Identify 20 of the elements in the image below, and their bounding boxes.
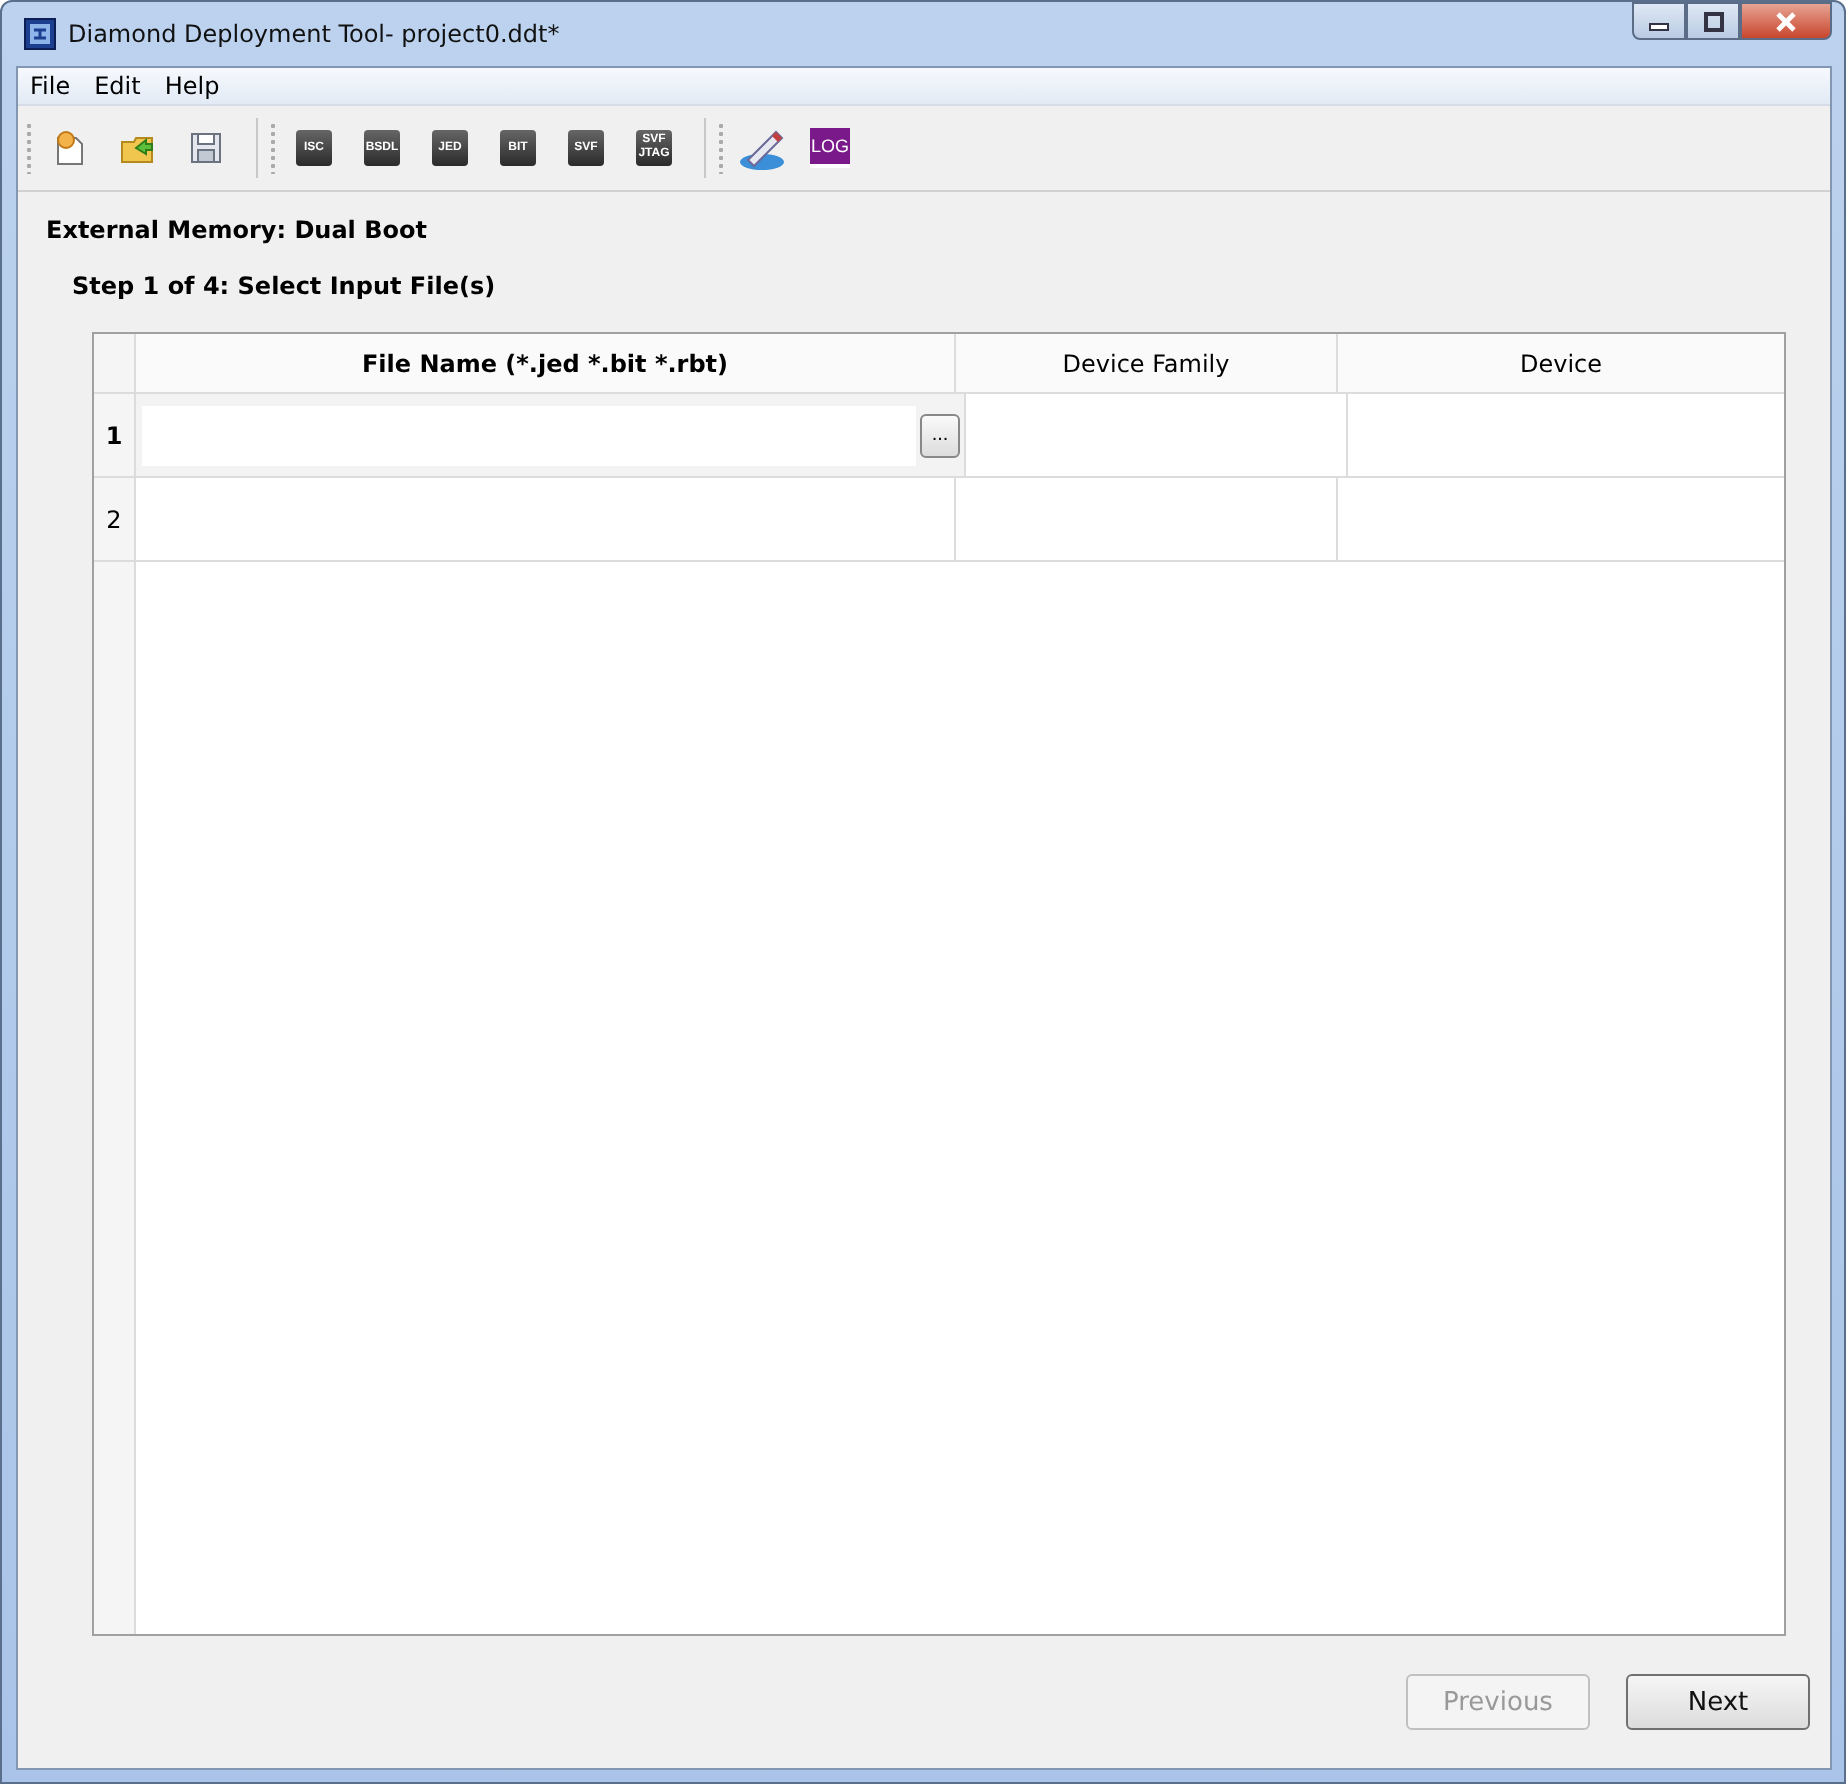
menu-item[interactable]: Help (152, 72, 232, 100)
menu-item[interactable]: Edit (82, 72, 153, 100)
column-header[interactable]: Device (1338, 334, 1784, 392)
step-title: Step 1 of 4: Select Input File(s) (72, 272, 498, 300)
menu-item[interactable]: File (18, 72, 83, 100)
row-header: 2 (94, 478, 136, 560)
toolbar-button[interactable]: LOG (800, 120, 860, 176)
close-button[interactable] (1740, 2, 1832, 40)
window-title: Diamond Deployment Tool- project0.ddt* (68, 20, 562, 48)
section-heading: External Memory: Dual Boot (46, 216, 429, 244)
minimize-button[interactable] (1632, 2, 1686, 40)
column-header[interactable]: File Name (*.jed *.bit *.rbt) (136, 334, 956, 392)
close-icon (1774, 11, 1798, 31)
column-header[interactable]: Device Family (956, 334, 1338, 392)
maximize-icon (1701, 11, 1725, 31)
wizard-button[interactable]: Next (1626, 1674, 1810, 1730)
row-header: 1 (94, 394, 136, 476)
browse-button[interactable]: ... (920, 413, 960, 457)
app-icon (24, 18, 56, 50)
maximize-button[interactable] (1686, 2, 1740, 40)
